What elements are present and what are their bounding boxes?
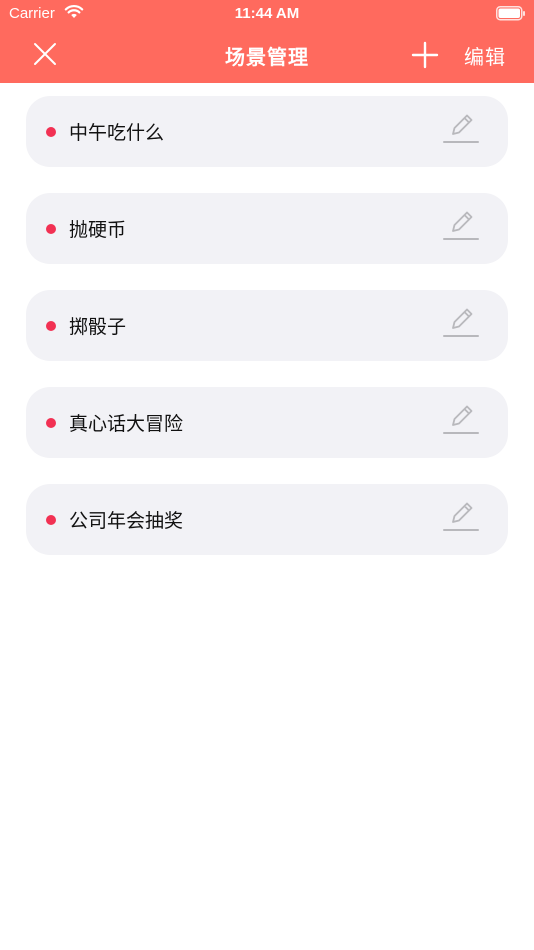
bullet-dot [46,418,56,428]
bullet-dot [46,224,56,234]
scene-list: 中午吃什么 抛硬币 掷骰子 真心话大冒险 公司年会抽奖 [26,96,508,581]
scene-name: 真心话大冒险 [69,413,184,435]
bullet-dot [46,127,56,137]
edit-scene-button[interactable] [442,403,480,435]
scene-item-truth-or-dare[interactable]: 真心话大冒险 [26,387,508,458]
battery-icon [496,6,526,25]
edit-scene-button[interactable] [442,306,480,338]
edit-scene-button[interactable] [442,500,480,532]
plus-icon [411,41,439,69]
pencil-icon [443,114,479,143]
scene-name: 中午吃什么 [69,122,165,144]
bullet-dot [46,321,56,331]
status-time: 11:44 AM [234,5,300,22]
scene-item-dice[interactable]: 掷骰子 [26,290,508,361]
status-bar: Carrier 11:44 AM [0,0,534,28]
scene-item-lunch[interactable]: 中午吃什么 [26,96,508,167]
app-header: Carrier 11:44 AM 场景管理 编辑 [0,0,534,83]
page-title: 场景管理 [225,45,309,69]
edit-scene-button[interactable] [442,209,480,241]
bullet-dot [46,515,56,525]
pencil-icon [443,211,479,240]
scene-name: 公司年会抽奖 [69,510,184,532]
scene-name: 掷骰子 [69,316,127,338]
scene-name: 抛硬币 [69,219,127,241]
pencil-icon [443,405,479,434]
pencil-icon [443,308,479,337]
scene-item-coin[interactable]: 抛硬币 [26,193,508,264]
scene-item-annual-lottery[interactable]: 公司年会抽奖 [26,484,508,555]
nav-bar: 场景管理 编辑 [0,28,534,83]
add-scene-button[interactable] [410,40,440,70]
pencil-icon [443,502,479,531]
edit-scene-button[interactable] [442,112,480,144]
edit-button[interactable]: 编辑 [464,41,506,70]
